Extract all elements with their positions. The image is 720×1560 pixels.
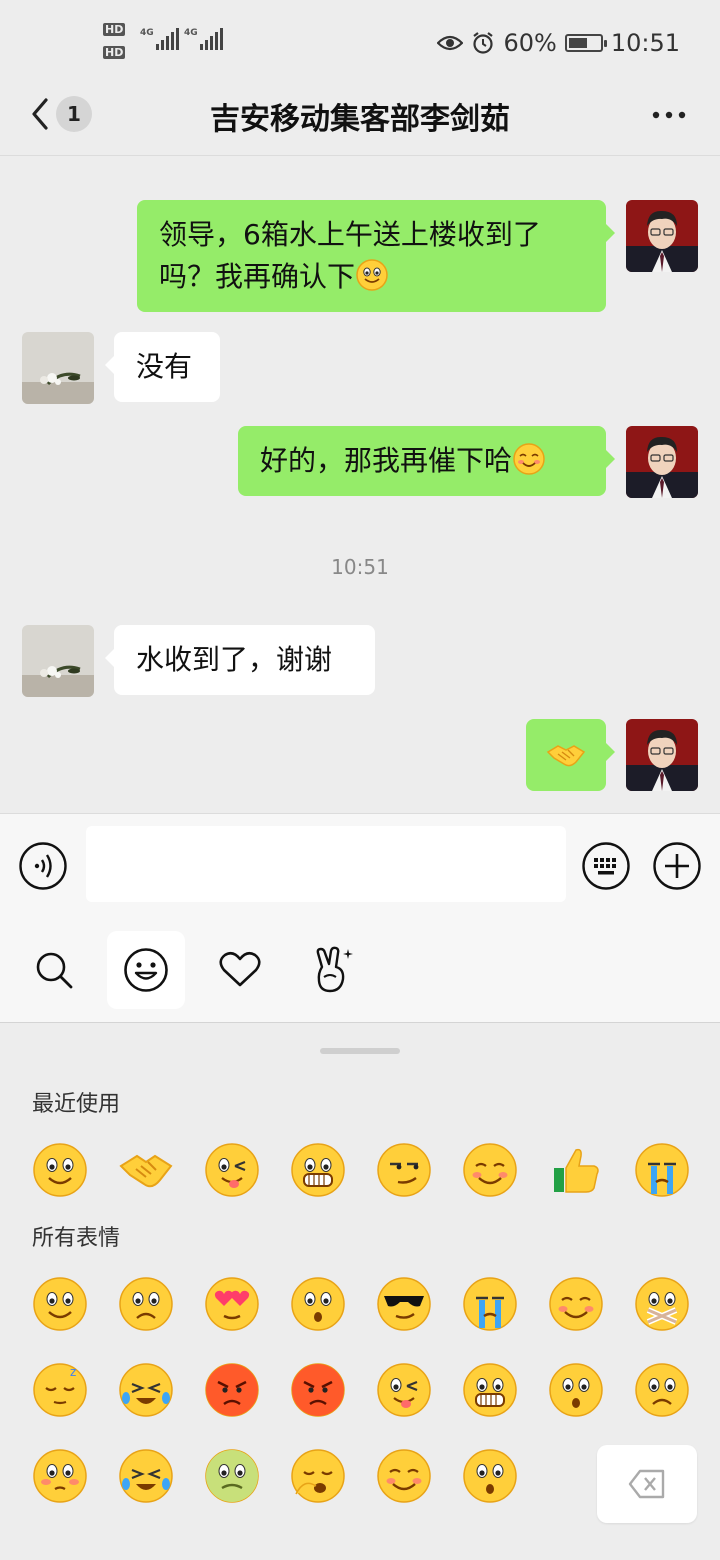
- angry-emoji-icon[interactable]: [204, 1362, 260, 1418]
- gesture-icon: [316, 946, 353, 993]
- surprised-emoji-icon[interactable]: [548, 1362, 604, 1418]
- handshake-emoji-icon[interactable]: [118, 1142, 174, 1198]
- yawn-emoji-icon[interactable]: [290, 1448, 346, 1504]
- tongue-wink-emoji-icon[interactable]: [376, 1362, 432, 1418]
- voice-icon[interactable]: [19, 842, 67, 890]
- outgoing-message[interactable]: 领导，6箱水上午送上楼收到了吗？我再确认下: [137, 200, 615, 312]
- hd-badge-1: HD: [103, 23, 126, 36]
- alarm-icon: [473, 32, 494, 54]
- sleep-emoji-icon[interactable]: z: [32, 1362, 88, 1418]
- chat-title: 吉安移动集客部李剑茹: [210, 102, 510, 137]
- clock: 10:51: [610, 29, 680, 57]
- tab-favorites[interactable]: [201, 931, 279, 1009]
- blush-emoji-icon[interactable]: [376, 1448, 432, 1504]
- eye-icon: [437, 35, 464, 51]
- incoming-message[interactable]: 没有: [105, 332, 220, 402]
- tab-emoji[interactable]: [107, 931, 185, 1009]
- recent-emoji-row: [0, 1140, 720, 1210]
- svg-text:z: z: [70, 1365, 76, 1379]
- my-avatar[interactable]: [626, 426, 698, 498]
- grin-emoji-icon[interactable]: [290, 1142, 346, 1198]
- network-indicators: HD HD 4G 4G: [100, 20, 230, 64]
- status-bar: HD HD 4G 4G 60% 10:51: [0, 0, 720, 80]
- message-text: 好的，那我再催下哈: [260, 444, 513, 477]
- heart-eyes-emoji-icon[interactable]: [204, 1276, 260, 1332]
- wow-emoji-icon[interactable]: [462, 1448, 518, 1504]
- message-list[interactable]: 领导，6箱水上午送上楼收到了吗？我再确认下 没有 好的，那我再催下哈 10:51…: [0, 157, 720, 812]
- signal-icon-2: [200, 28, 223, 50]
- emoji-panel[interactable]: 最近使用 所有表情 z: [0, 1024, 720, 1560]
- search-icon: [36, 952, 73, 989]
- backspace-icon: [628, 1469, 665, 1499]
- battery-icon: [564, 34, 607, 52]
- tab-gesture[interactable]: [294, 931, 372, 1009]
- message-text: 没有: [136, 350, 193, 383]
- smile-face-icon: [356, 259, 388, 291]
- all-emoji-label: 所有表情: [32, 1226, 121, 1251]
- more-dots-icon[interactable]: [652, 110, 686, 120]
- message-text: 水收到了，谢谢: [136, 643, 333, 676]
- smirk-emoji-icon[interactable]: [376, 1142, 432, 1198]
- grin-emoji-icon[interactable]: [462, 1362, 518, 1418]
- cry-emoji-icon[interactable]: [634, 1142, 690, 1198]
- battery-percent: 60%: [503, 29, 557, 57]
- heart-icon: [219, 951, 261, 987]
- embarrassed-emoji-icon[interactable]: [32, 1448, 88, 1504]
- shy-emoji-icon[interactable]: [548, 1276, 604, 1332]
- message-input[interactable]: [86, 826, 566, 902]
- handshake-icon: [546, 745, 586, 767]
- plus-icon[interactable]: [653, 842, 701, 890]
- message-text: 领导，6箱水上午送上楼收到了吗？我再确认下: [159, 218, 541, 293]
- sick-emoji-icon[interactable]: [204, 1448, 260, 1504]
- message-timestamp: 10:51: [331, 555, 389, 579]
- network-type-2: 4G: [184, 28, 198, 38]
- grateful-emoji-icon[interactable]: [462, 1142, 518, 1198]
- my-avatar[interactable]: [626, 200, 698, 272]
- recent-label: 最近使用: [32, 1092, 121, 1117]
- tongue-wink-emoji-icon[interactable]: [204, 1142, 260, 1198]
- tab-search[interactable]: [15, 931, 93, 1009]
- status-right: 60% 10:51: [437, 28, 680, 58]
- cool-emoji-icon[interactable]: [376, 1276, 432, 1332]
- furious-emoji-icon[interactable]: [290, 1362, 346, 1418]
- blush-face-icon: [513, 443, 545, 475]
- worried-emoji-icon[interactable]: [118, 1276, 174, 1332]
- silent-emoji-icon[interactable]: [634, 1276, 690, 1332]
- panel-drag-handle[interactable]: [320, 1048, 400, 1054]
- outgoing-message[interactable]: [526, 719, 615, 791]
- cry-emoji-icon[interactable]: [462, 1276, 518, 1332]
- incoming-message[interactable]: 水收到了，谢谢: [105, 625, 375, 695]
- contact-avatar[interactable]: [22, 625, 94, 697]
- emoji-row: [0, 1274, 720, 1344]
- input-bar: [0, 813, 720, 917]
- outgoing-message[interactable]: 好的，那我再催下哈: [238, 426, 615, 496]
- keyboard-icon[interactable]: [582, 842, 630, 890]
- emoji-row: z: [0, 1360, 720, 1430]
- sad-emoji-icon[interactable]: [634, 1362, 690, 1418]
- emoji-face-icon: [124, 948, 168, 992]
- network-type-1: 4G: [140, 28, 154, 38]
- chat-header: 1 吉安移动集客部李剑茹: [0, 80, 720, 156]
- contact-avatar[interactable]: [22, 332, 94, 404]
- smile-emoji-icon[interactable]: [32, 1142, 88, 1198]
- thumbs-up-emoji-icon[interactable]: [548, 1142, 604, 1198]
- smile-emoji-icon[interactable]: [32, 1276, 88, 1332]
- sticker-tabs: [0, 917, 720, 1023]
- tears-emoji-icon[interactable]: [118, 1362, 174, 1418]
- signal-icon: [156, 28, 179, 50]
- laugh-cry-emoji-icon[interactable]: [118, 1448, 174, 1504]
- hd-badge-2: HD: [103, 46, 126, 59]
- my-avatar[interactable]: [626, 719, 698, 791]
- delete-button[interactable]: [597, 1445, 697, 1523]
- shocked-emoji-icon[interactable]: [290, 1276, 346, 1332]
